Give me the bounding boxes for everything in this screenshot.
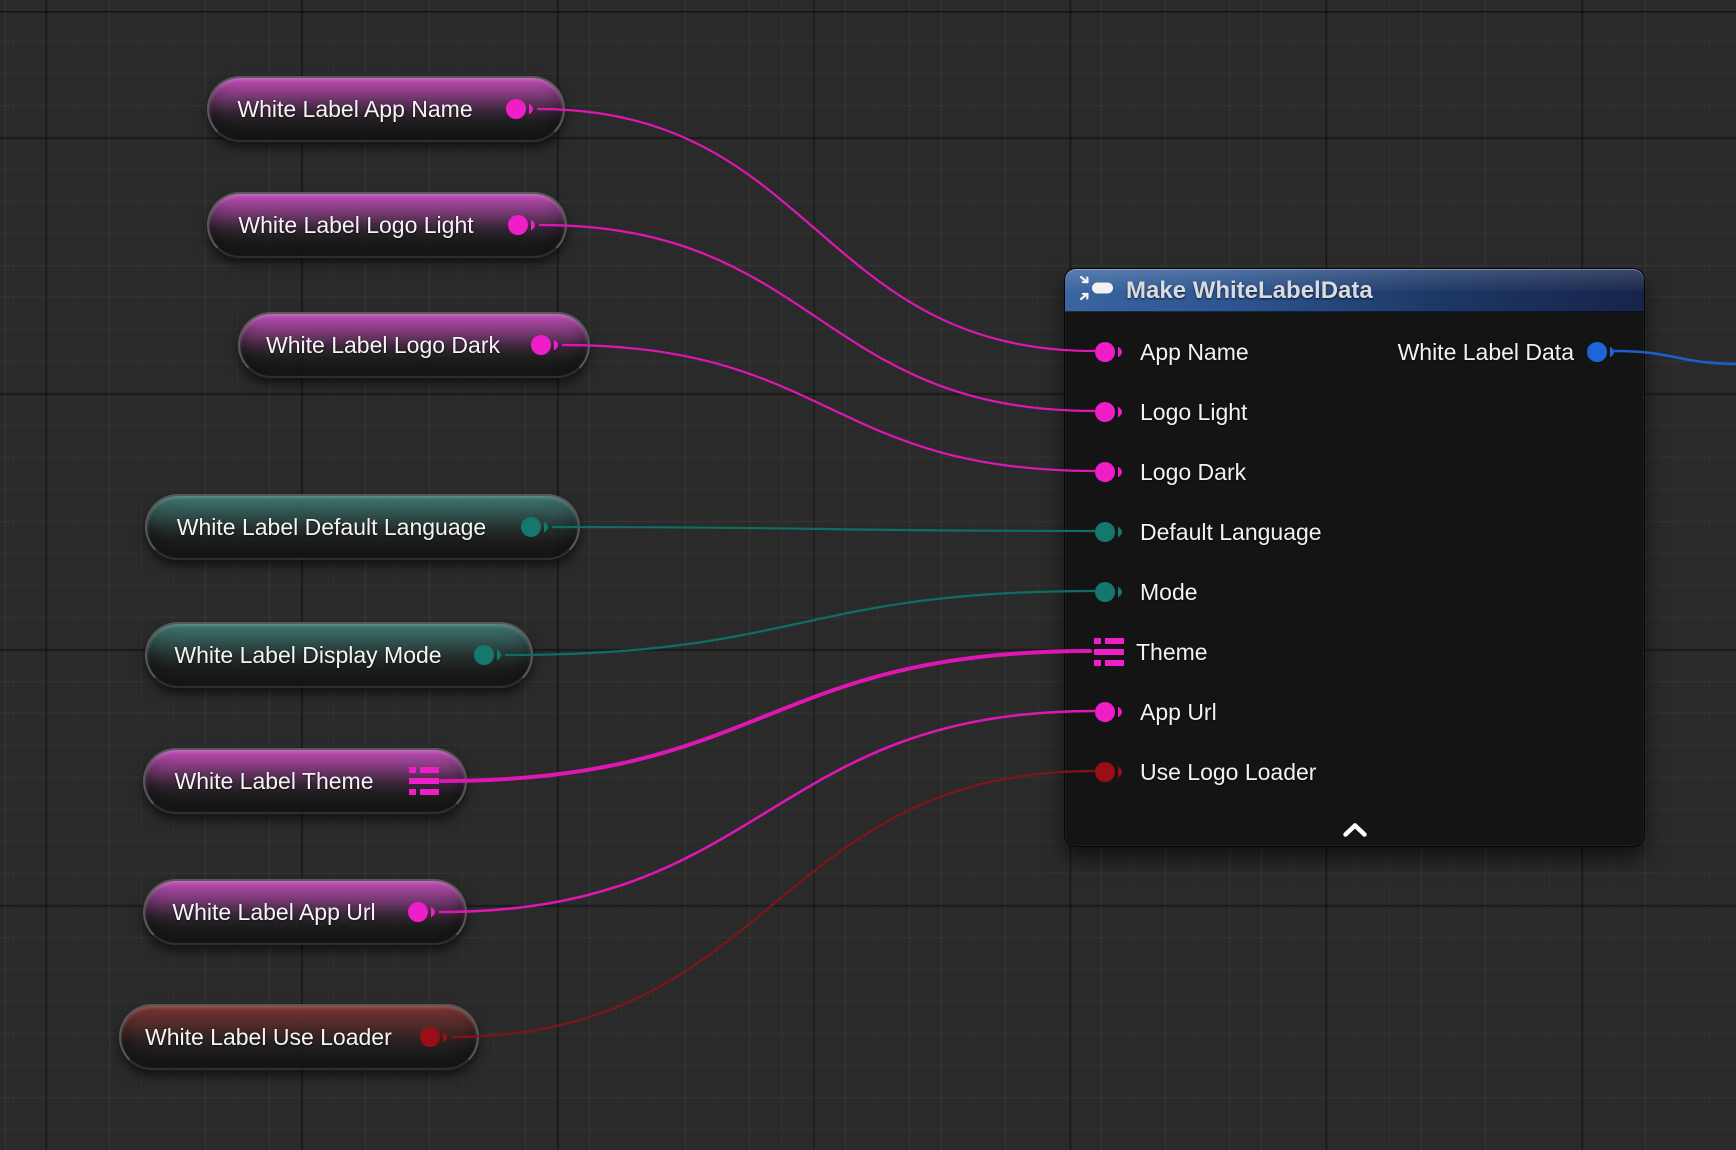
input-pin-icon[interactable] — [1094, 460, 1128, 484]
make-struct-icon — [1079, 275, 1115, 306]
make-whitelabeldata-node[interactable]: Make WhiteLabelData App Name Logo Light … — [1064, 268, 1645, 847]
wire-theme[interactable] — [441, 651, 1090, 781]
input-pin-label: Logo Light — [1140, 399, 1247, 426]
collapse-chevron-button[interactable] — [1341, 821, 1368, 838]
output-row-white-label-data: White Label Data — [1398, 334, 1620, 370]
input-pin-label: App Url — [1140, 699, 1217, 726]
input-pin-label: Default Language — [1140, 519, 1322, 546]
input-pin-label: Mode — [1140, 579, 1198, 606]
variable-node-white-label-app-url[interactable]: White Label App Url — [143, 879, 467, 945]
input-pin-icon[interactable] — [1094, 700, 1128, 724]
node-title: Make WhiteLabelData — [1126, 277, 1373, 305]
input-pin-label: Logo Dark — [1140, 459, 1246, 486]
wire-app-name[interactable] — [538, 109, 1095, 351]
make-node-header[interactable]: Make WhiteLabelData — [1065, 269, 1644, 312]
input-row-logo-dark: Logo Dark — [1094, 454, 1246, 490]
input-row-app-url: App Url — [1094, 694, 1217, 730]
input-row-theme: Theme — [1094, 634, 1208, 670]
output-pin-icon[interactable] — [507, 213, 541, 237]
blueprint-graph-canvas[interactable]: White Label App Name White Label Logo Li… — [0, 0, 1736, 1150]
input-row-default-language: Default Language — [1094, 514, 1322, 550]
output-pin-icon[interactable] — [407, 900, 441, 924]
output-pin-icon[interactable] — [505, 97, 539, 121]
input-pin-label: Use Logo Loader — [1140, 759, 1316, 786]
variable-node-white-label-display-mode[interactable]: White Label Display Mode — [145, 622, 533, 688]
input-row-app-name: App Name — [1094, 334, 1249, 370]
variable-node-white-label-theme[interactable]: White Label Theme — [143, 748, 467, 814]
input-row-use-logo-loader: Use Logo Loader — [1094, 754, 1316, 790]
output-pin-icon[interactable] — [530, 333, 564, 357]
input-pin-icon[interactable] — [1094, 400, 1128, 424]
wire-display-mode[interactable] — [506, 591, 1095, 655]
input-pin-icon[interactable] — [1094, 580, 1128, 604]
input-row-mode: Mode — [1094, 574, 1198, 610]
input-pin-icon[interactable] — [1094, 340, 1128, 364]
output-pin-icon[interactable] — [473, 643, 507, 667]
input-pin-label: Theme — [1136, 639, 1208, 666]
wire-app-url[interactable] — [440, 711, 1095, 912]
variable-node-white-label-app-name[interactable]: White Label App Name — [207, 76, 565, 142]
wire-default-language[interactable] — [553, 527, 1095, 531]
wire-logo-dark[interactable] — [563, 345, 1095, 471]
variable-node-label: White Label Default Language — [147, 514, 578, 541]
struct-input-pin-icon[interactable] — [1094, 638, 1124, 666]
variable-node-white-label-logo-dark[interactable]: White Label Logo Dark — [238, 312, 590, 378]
output-pin-label: White Label Data — [1398, 339, 1574, 366]
variable-node-white-label-logo-light[interactable]: White Label Logo Light — [207, 192, 567, 258]
input-pin-label: App Name — [1140, 339, 1249, 366]
output-pin-icon[interactable] — [520, 515, 554, 539]
struct-output-pin-icon[interactable] — [409, 767, 439, 795]
variable-node-white-label-default-language[interactable]: White Label Default Language — [145, 494, 580, 560]
input-row-logo-light: Logo Light — [1094, 394, 1247, 430]
output-pin-icon[interactable] — [419, 1025, 453, 1049]
variable-node-white-label-use-loader[interactable]: White Label Use Loader — [119, 1004, 479, 1070]
input-pin-icon[interactable] — [1094, 520, 1128, 544]
wire-logo-light[interactable] — [540, 225, 1095, 411]
input-pin-icon[interactable] — [1094, 760, 1128, 784]
